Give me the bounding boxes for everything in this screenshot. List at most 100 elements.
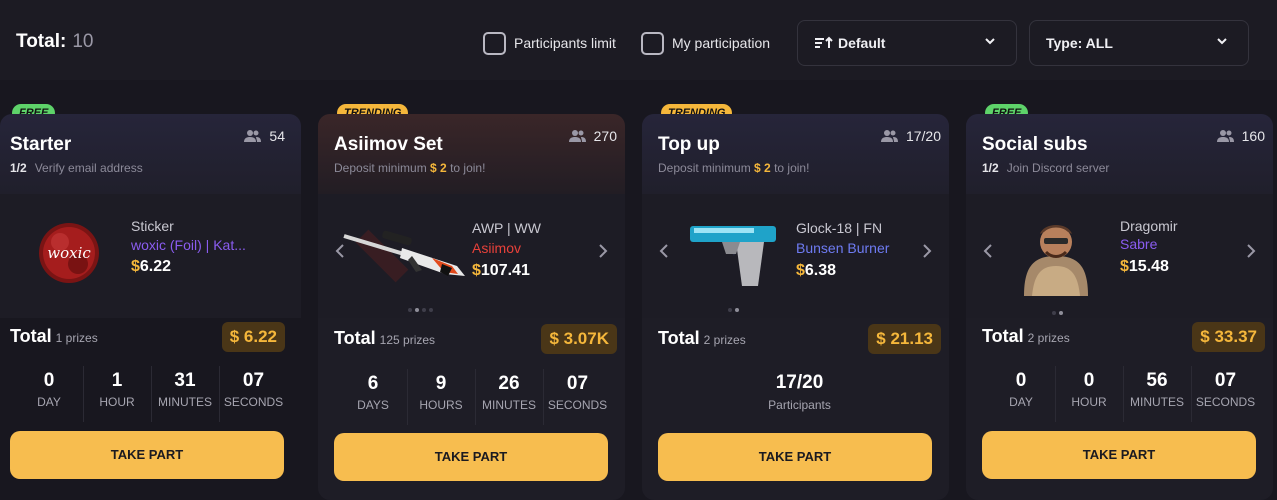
checkbox-box[interactable] xyxy=(483,31,506,55)
timer-unit: DAY xyxy=(1009,395,1033,409)
card-footer: Total 125 prizes $ 3.07K 6 DAYS 9 HOURS 26 M… xyxy=(334,114,617,500)
total-label: Total xyxy=(10,326,52,346)
sort-icon xyxy=(815,36,833,48)
my-participation-label: My participation xyxy=(672,35,771,51)
prizes-count: 125 prizes xyxy=(379,333,436,347)
total-label: Total: xyxy=(16,31,67,52)
timer-number: 0 xyxy=(1015,370,1027,391)
timer-unit: MINUTES xyxy=(482,398,536,412)
timer-unit: HOUR xyxy=(1071,395,1107,409)
total-value-badge: $ 21.13 xyxy=(868,324,941,354)
card-subtitle: 1/2 Verify email address xyxy=(10,161,143,175)
timer-number: 0 xyxy=(1083,370,1095,391)
sort-select[interactable]: Default xyxy=(797,20,1017,66)
my-participation-checkbox[interactable]: My participation xyxy=(641,31,770,55)
timer-unit: DAYS xyxy=(357,398,389,412)
total-value-badge: $ 3.07K xyxy=(541,324,617,354)
take-part-button[interactable]: TAKE PART xyxy=(10,431,284,479)
total-label: Total xyxy=(658,328,700,348)
prizes-count: 2 prizes xyxy=(1027,331,1070,345)
type-select[interactable]: Type: ALL xyxy=(1029,20,1249,66)
giveaway-card-asiimov-set: Asiimov Set 270 Deposit minimum $ 2 to j… xyxy=(318,114,625,500)
total-prizes: Total 2 prizes xyxy=(982,326,1070,347)
total-value-badge: $ 33.37 xyxy=(1192,322,1265,352)
timer-days: 6 DAYS xyxy=(340,369,408,425)
timer-unit: MINUTES xyxy=(158,395,212,409)
prize-price-value: 6.22 xyxy=(139,258,172,275)
prizes-count: 2 prizes xyxy=(703,333,746,347)
task-step: 1/2 xyxy=(10,161,27,175)
take-part-button[interactable]: TAKE PART xyxy=(982,431,1256,479)
card-footer: Total 2 prizes $ 21.13 17/20 Participants… xyxy=(658,114,941,500)
timer-hours: 0 HOUR xyxy=(1056,366,1124,422)
timer-minutes: 26 MINUTES xyxy=(476,369,544,425)
timer-unit: SECONDS xyxy=(223,395,284,409)
timer-number: 6 xyxy=(367,373,379,394)
sticker-image: woxic xyxy=(39,223,99,283)
timer-unit: SECONDS xyxy=(1195,395,1256,409)
timer-days: 0 DAY xyxy=(988,366,1056,422)
filter-bar: Total: 10 Participants limit My participa… xyxy=(0,0,1277,80)
giveaway-card-starter: Starter 54 1/2 Verify email address woxic… xyxy=(0,114,301,500)
timer-number: 07 xyxy=(1214,370,1237,391)
countdown-timer: 0 DAY 1 HOUR 31 MINUTES 07 SECONDS xyxy=(10,366,293,422)
chevron-down-icon xyxy=(985,38,995,45)
total-label: Total xyxy=(334,328,376,348)
timer-seconds: 07 SECONDS xyxy=(544,369,612,425)
sort-value: Default xyxy=(838,35,886,51)
users-icon xyxy=(244,130,262,142)
timer-number: 9 xyxy=(435,373,447,394)
total-count: Total: 10 xyxy=(16,31,93,53)
timer-unit: MINUTES xyxy=(1130,395,1184,409)
total-prizes: Total 125 prizes xyxy=(334,328,435,349)
participants-limit-checkbox[interactable]: Participants limit xyxy=(483,31,616,55)
timer-seconds: 07 SECONDS xyxy=(220,366,288,422)
timer-unit: HOURS xyxy=(419,398,463,412)
prize-price: $6.22 xyxy=(131,258,171,276)
chevron-down-icon xyxy=(1217,38,1227,45)
timer-hours: 9 HOURS xyxy=(408,369,476,425)
participants-value: 17/20 xyxy=(775,372,824,393)
prize-type: Sticker xyxy=(131,218,174,234)
type-value: Type: ALL xyxy=(1046,35,1113,51)
take-part-button[interactable]: TAKE PART xyxy=(334,433,608,481)
timer-unit: HOUR xyxy=(99,395,135,409)
card-footer: Total 2 prizes $ 33.37 0 DAY 0 HOUR 56 MINUT… xyxy=(982,114,1265,500)
countdown-timer: 0 DAY 0 HOUR 56 MINUTES 07 SECONDS xyxy=(982,366,1265,422)
card-title: Starter xyxy=(10,134,72,155)
currency-sign: $ xyxy=(131,258,140,275)
timer-seconds: 07 SECONDS xyxy=(1192,366,1260,422)
checkbox-box[interactable] xyxy=(641,31,664,55)
participants-limit-label: Participants limit xyxy=(514,35,616,51)
timer-number: 0 xyxy=(43,370,55,391)
total-value: 10 xyxy=(72,31,94,52)
total-prizes: Total 2 prizes xyxy=(658,328,746,349)
timer-number: 31 xyxy=(174,370,196,391)
timer-hours: 1 HOUR xyxy=(84,366,152,422)
timer-number: 1 xyxy=(111,370,123,391)
timer-number: 56 xyxy=(1146,370,1168,391)
timer-unit: SECONDS xyxy=(547,398,608,412)
prizes-count: 1 prizes xyxy=(55,331,98,345)
participants-count: 54 xyxy=(244,128,285,144)
timer-minutes: 31 MINUTES xyxy=(152,366,220,422)
people-count: 54 xyxy=(269,128,285,144)
timer-number: 26 xyxy=(498,373,520,394)
giveaway-card-top-up: Top up 17/20 Deposit minimum $ 2 to join… xyxy=(642,114,949,500)
participants-label: Participants xyxy=(768,398,831,412)
timer-unit: DAY xyxy=(37,395,61,409)
timer-days: 0 DAY xyxy=(16,366,84,422)
timer-minutes: 56 MINUTES xyxy=(1124,366,1192,422)
total-label: Total xyxy=(982,326,1024,346)
participants-progress: 17/20 Participants xyxy=(658,372,941,412)
take-part-button[interactable]: TAKE PART xyxy=(658,433,932,481)
giveaway-card-social-subs: Social subs 160 1/2 Join Discord server D… xyxy=(966,114,1273,500)
card-content: Starter 54 1/2 Verify email address woxic… xyxy=(0,114,301,500)
prize-carousel: woxic Sticker woxic (Foil) | Kat... $6.2… xyxy=(0,194,301,318)
timer-number: 07 xyxy=(566,373,589,394)
task-text: Verify email address xyxy=(34,161,143,175)
sticker-logo-text: woxic xyxy=(47,244,91,262)
prize-name: woxic (Foil) | Kat... xyxy=(131,237,246,253)
total-prizes: Total 1 prizes xyxy=(10,326,98,347)
countdown-timer: 6 DAYS 9 HOURS 26 MINUTES 07 SECONDS xyxy=(334,369,617,425)
